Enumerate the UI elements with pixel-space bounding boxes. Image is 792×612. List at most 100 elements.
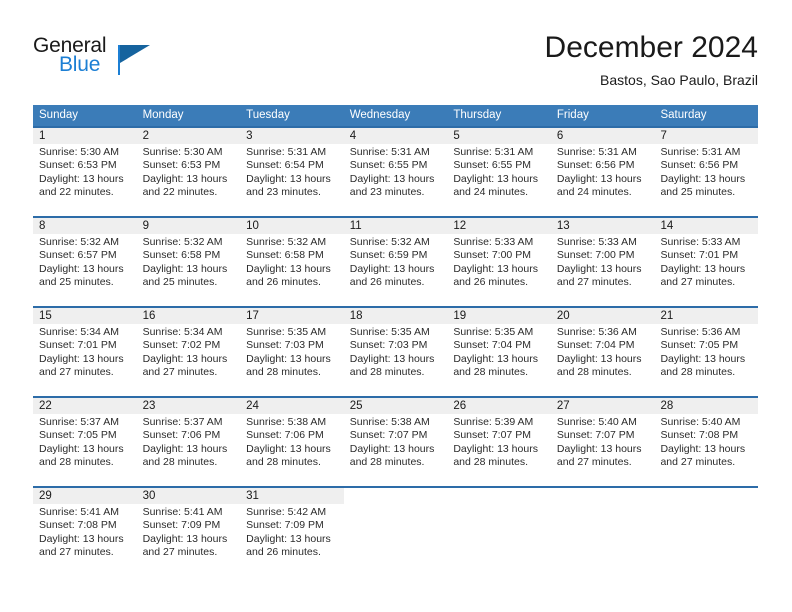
day-number: 13 [550, 218, 655, 234]
calendar-day-cell[interactable]: 24 Sunrise: 5:38 AM Sunset: 7:06 PM Dayligh… [240, 398, 344, 486]
general-blue-logo[interactable]: General Blue [33, 34, 233, 90]
calendar-day-cell[interactable]: 8 Sunrise: 5:32 AM Sunset: 6:57 PM Daylight… [33, 218, 137, 306]
sunrise-time: Sunrise: 5:31 AM [246, 146, 327, 158]
sunset-time: Sunset: 6:58 PM [246, 249, 324, 262]
daylight-duration-line1: Daylight: 13 hours [142, 532, 228, 545]
calendar-day-cell[interactable]: 2 Sunrise: 5:30 AM Sunset: 6:53 PM Daylight… [136, 128, 241, 216]
daylight-duration-line2: and 23 minutes. [349, 186, 425, 199]
day-number: 25 [343, 398, 448, 414]
calendar-day-cell[interactable]: 18 Sunrise: 5:35 AM Sunset: 7:03 PM Dayligh… [343, 308, 448, 396]
day-number: 23 [136, 398, 241, 414]
calendar-day-cell[interactable]: 15 Sunrise: 5:34 AM Sunset: 7:01 PM Dayligh… [33, 308, 137, 396]
day-number: 1 [33, 128, 137, 144]
daylight-duration-line1: Daylight: 13 hours [453, 352, 538, 365]
calendar-day-cell[interactable]: 10 Sunrise: 5:32 AM Sunset: 6:58 PM Dayligh… [240, 218, 344, 306]
day-number: 18 [343, 308, 448, 324]
sunset-time: Sunset: 7:00 PM [556, 249, 635, 262]
weekday-header-saturday: Saturday [660, 109, 707, 121]
sunset-time: Sunset: 6:54 PM [246, 159, 324, 172]
weekday-header-wednesday: Wednesday [349, 109, 411, 121]
calendar-day-cell[interactable]: 7 Sunrise: 5:31 AM Sunset: 6:56 PM Daylight… [654, 128, 759, 216]
sunrise-time: Sunrise: 5:40 AM [556, 416, 637, 428]
page-header: General Blue December 2024 Bastos, Sao P… [33, 30, 758, 96]
calendar-week-row: 22 Sunrise: 5:37 AM Sunset: 7:05 PM Dayligh… [33, 396, 759, 486]
page-title: December 2024 [544, 31, 758, 64]
calendar-day-cell[interactable]: 9 Sunrise: 5:32 AM Sunset: 6:58 PM Daylight… [136, 218, 241, 306]
calendar-day-cell[interactable]: 1 Sunrise: 5:30 AM Sunset: 6:53 PM Daylight… [33, 128, 137, 216]
day-number: 10 [240, 218, 344, 234]
day-details: Sunrise: 5:32 AM Sunset: 6:58 PM Daylight:… [240, 234, 344, 290]
day-details [654, 504, 758, 506]
sunrise-time: Sunrise: 5:32 AM [39, 236, 119, 248]
calendar-day-cell[interactable]: 26 Sunrise: 5:39 AM Sunset: 7:07 PM Dayligh… [447, 398, 551, 486]
calendar-day-cell-empty [343, 488, 448, 576]
day-details: Sunrise: 5:30 AM Sunset: 6:53 PM Daylight:… [33, 144, 137, 200]
day-details: Sunrise: 5:32 AM Sunset: 6:59 PM Daylight:… [344, 234, 448, 290]
calendar-day-cell[interactable]: 14 Sunrise: 5:33 AM Sunset: 7:01 PM Dayligh… [654, 218, 759, 306]
sunset-time: Sunset: 7:04 PM [453, 339, 531, 352]
daylight-duration-line2: and 25 minutes. [39, 276, 114, 289]
sunrise-time: Sunrise: 5:31 AM [660, 146, 741, 158]
calendar-day-cell[interactable]: 6 Sunrise: 5:31 AM Sunset: 6:56 PM Daylight… [550, 128, 655, 216]
weekday-header-monday: Monday [142, 109, 184, 121]
calendar-day-cell[interactable]: 4 Sunrise: 5:31 AM Sunset: 6:55 PM Daylight… [343, 128, 448, 216]
calendar-day-cell[interactable]: 20 Sunrise: 5:36 AM Sunset: 7:04 PM Dayligh… [550, 308, 655, 396]
sunrise-time: Sunrise: 5:34 AM [142, 326, 223, 338]
calendar-day-cell-empty [550, 488, 655, 576]
calendar-day-cell[interactable]: 5 Sunrise: 5:31 AM Sunset: 6:55 PM Daylight… [447, 128, 551, 216]
sunset-time: Sunset: 6:55 PM [349, 159, 428, 172]
calendar-day-cell[interactable]: 16 Sunrise: 5:34 AM Sunset: 7:02 PM Dayligh… [136, 308, 241, 396]
calendar-day-cell[interactable]: 27 Sunrise: 5:40 AM Sunset: 7:07 PM Dayligh… [550, 398, 655, 486]
calendar-day-cell[interactable]: 21 Sunrise: 5:36 AM Sunset: 7:05 PM Dayligh… [654, 308, 759, 396]
sunrise-time: Sunrise: 5:35 AM [453, 326, 534, 338]
sunset-time: Sunset: 7:04 PM [556, 339, 635, 352]
sunrise-time: Sunrise: 5:36 AM [556, 326, 637, 338]
daylight-duration-line2: and 24 minutes. [556, 186, 632, 199]
daylight-duration-line2: and 27 minutes. [556, 276, 632, 289]
location-subtitle: Bastos, Sao Paulo, Brazil [600, 72, 758, 88]
sunrise-time: Sunrise: 5:41 AM [142, 506, 223, 518]
sunrise-time: Sunrise: 5:31 AM [556, 146, 637, 158]
day-details: Sunrise: 5:40 AM Sunset: 7:08 PM Daylight:… [654, 414, 758, 470]
sunset-time: Sunset: 6:53 PM [142, 159, 221, 172]
calendar-weeks: 1 Sunrise: 5:30 AM Sunset: 6:53 PM Daylight… [33, 126, 759, 576]
daylight-duration-line1: Daylight: 13 hours [453, 442, 538, 455]
day-number: 14 [654, 218, 759, 234]
daylight-duration-line1: Daylight: 13 hours [349, 352, 435, 365]
calendar-day-cell[interactable]: 30 Sunrise: 5:41 AM Sunset: 7:09 PM Dayligh… [136, 488, 241, 576]
calendar-day-cell[interactable]: 31 Sunrise: 5:42 AM Sunset: 7:09 PM Dayligh… [240, 488, 344, 576]
calendar-day-cell[interactable]: 11 Sunrise: 5:32 AM Sunset: 6:59 PM Dayligh… [343, 218, 448, 306]
sunset-time: Sunset: 7:03 PM [246, 339, 324, 352]
sunset-time: Sunset: 7:08 PM [39, 519, 117, 532]
day-details: Sunrise: 5:35 AM Sunset: 7:03 PM Daylight:… [344, 324, 448, 380]
weekday-header-friday: Friday [556, 109, 589, 121]
daylight-duration-line2: and 28 minutes. [453, 366, 529, 379]
calendar-day-cell[interactable]: 25 Sunrise: 5:38 AM Sunset: 7:07 PM Dayligh… [343, 398, 448, 486]
day-number [343, 488, 448, 504]
sunrise-time: Sunrise: 5:31 AM [349, 146, 430, 158]
calendar-day-cell[interactable]: 17 Sunrise: 5:35 AM Sunset: 7:03 PM Dayligh… [240, 308, 344, 396]
daylight-duration-line1: Daylight: 13 hours [660, 172, 746, 185]
daylight-duration-line2: and 26 minutes. [246, 276, 321, 289]
calendar-day-cell[interactable]: 29 Sunrise: 5:41 AM Sunset: 7:08 PM Dayligh… [33, 488, 137, 576]
calendar-week-row: 15 Sunrise: 5:34 AM Sunset: 7:01 PM Dayligh… [33, 306, 759, 396]
calendar-day-cell[interactable]: 19 Sunrise: 5:35 AM Sunset: 7:04 PM Dayligh… [447, 308, 551, 396]
sunset-time: Sunset: 6:56 PM [556, 159, 635, 172]
daylight-duration-line1: Daylight: 13 hours [660, 442, 746, 455]
calendar-day-cell-empty [447, 488, 551, 576]
calendar-day-cell[interactable]: 22 Sunrise: 5:37 AM Sunset: 7:05 PM Dayligh… [33, 398, 137, 486]
calendar-day-cell[interactable]: 28 Sunrise: 5:40 AM Sunset: 7:08 PM Dayligh… [654, 398, 759, 486]
day-number: 2 [136, 128, 241, 144]
daylight-duration-line1: Daylight: 13 hours [246, 532, 331, 545]
sunrise-time: Sunrise: 5:30 AM [39, 146, 119, 158]
calendar-day-cell-empty [654, 488, 759, 576]
daylight-duration-line2: and 28 minutes. [142, 456, 218, 469]
daylight-duration-line2: and 26 minutes. [349, 276, 425, 289]
calendar-day-cell[interactable]: 23 Sunrise: 5:37 AM Sunset: 7:06 PM Dayligh… [136, 398, 241, 486]
calendar-day-cell[interactable]: 12 Sunrise: 5:33 AM Sunset: 7:00 PM Dayligh… [447, 218, 551, 306]
calendar-day-cell[interactable]: 3 Sunrise: 5:31 AM Sunset: 6:54 PM Daylight… [240, 128, 344, 216]
sunrise-time: Sunrise: 5:40 AM [660, 416, 741, 428]
sunrise-time: Sunrise: 5:42 AM [246, 506, 327, 518]
calendar-day-cell[interactable]: 13 Sunrise: 5:33 AM Sunset: 7:00 PM Dayligh… [550, 218, 655, 306]
day-details [551, 504, 655, 506]
